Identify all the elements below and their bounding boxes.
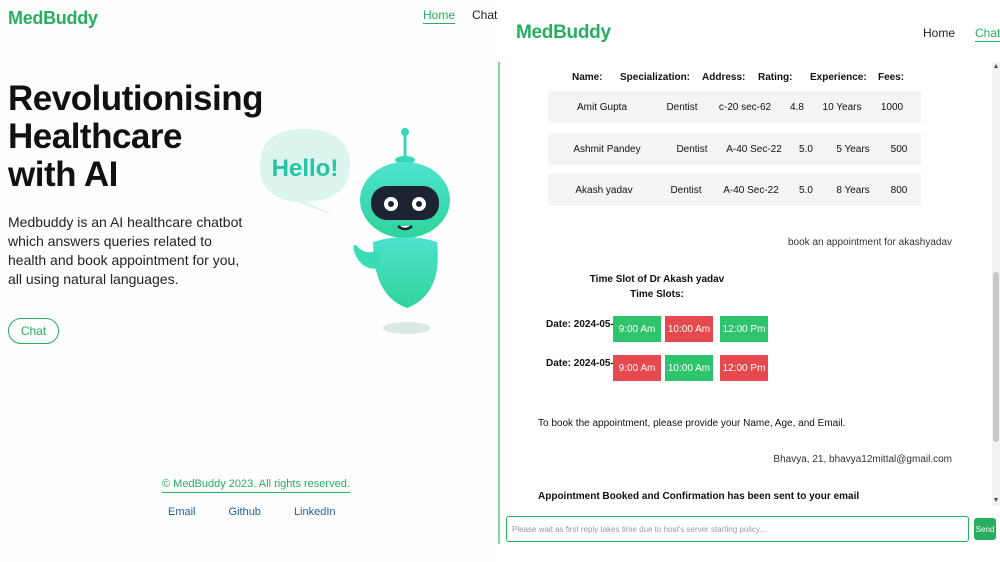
col-header: Name: [572, 72, 603, 83]
hero-description: Medbuddy is an AI healthcare chatbot whi… [8, 214, 243, 287]
cell: Dentist [676, 143, 708, 155]
scrollbar-thumb[interactable] [993, 272, 999, 442]
cell: 800 [890, 184, 908, 196]
nav-chat-link[interactable]: Chat [975, 26, 1000, 42]
time-slot-button[interactable]: 10:00 Am [665, 316, 713, 342]
footer-copyright: © MedBuddy 2023. All rights reserved. [162, 478, 350, 493]
scroll-up-icon[interactable]: ▲ [992, 62, 1000, 72]
cell: 1000 [880, 101, 904, 113]
cell: Dentist [666, 101, 698, 113]
doctor-row[interactable]: Amit Gupta Dentist c-20 sec-62 4.8 10 Ye… [548, 91, 921, 123]
cell: c-20 sec-62 [718, 101, 772, 113]
col-header: Specialization: [620, 72, 691, 83]
time-slot-button[interactable]: 12:00 Pm [720, 316, 768, 342]
cell: 500 [890, 143, 908, 155]
cell: Ashmit Pandey [573, 143, 641, 155]
footer-linkedin-link[interactable]: LinkedIn [294, 506, 336, 518]
speech-text: Hello! [272, 155, 339, 182]
slots-subtitle: Time Slots: [630, 289, 684, 300]
footer-email-link[interactable]: Email [168, 506, 196, 518]
slots-title: Time Slot of Dr Akash yadav [589, 274, 725, 285]
cell: 5.0 [799, 143, 813, 155]
col-header: Address: [702, 72, 746, 83]
doctor-table-header: Name: Specialization: Address: Rating: E… [572, 72, 918, 83]
footer-links: Email Github LinkedIn [168, 506, 336, 518]
col-header: Fees: [878, 72, 905, 83]
brand-logo[interactable]: MedBuddy [516, 22, 611, 44]
cell: Akash yadav [575, 184, 633, 196]
send-button[interactable]: Send [974, 518, 996, 540]
top-nav: Home Chat [923, 26, 1000, 42]
time-slot-button[interactable]: 12:00 Pm [720, 355, 768, 381]
doctor-row[interactable]: Akash yadav Dentist A-40 Sec-22 5.0 8 Ye… [548, 174, 921, 206]
nav-home-link[interactable]: Home [423, 8, 456, 24]
user-message: book an appointment for akashyadav [788, 237, 952, 248]
time-slot-button[interactable]: 9:00 Am [613, 355, 661, 381]
hero-line: Revolutionising [8, 79, 264, 118]
footer-github-link[interactable]: Github [229, 506, 261, 518]
scroll-down-icon[interactable]: ▼ [992, 496, 1000, 506]
bot-message: Appointment Booked and Confirmation has … [538, 491, 860, 502]
time-slot-button[interactable]: 9:00 Am [613, 316, 661, 342]
bot-message: To book the appointment, please provide … [538, 418, 846, 429]
chat-panel: MedBuddy Home Chat Name: Specialization:… [500, 0, 1000, 562]
cell: Amit Gupta [576, 101, 628, 113]
chat-messages[interactable]: Name: Specialization: Address: Rating: E… [500, 62, 992, 506]
page: MedBuddy Home Chat Revolutionising Healt… [0, 0, 1000, 562]
hero-line: with AI [8, 155, 118, 194]
hero-line: Healthcare [8, 117, 182, 156]
time-slot-button[interactable]: 10:00 Am [665, 355, 713, 381]
cell: A-40 Sec-22 [726, 143, 782, 155]
cell: 8 Years [836, 184, 870, 196]
nav-home-link[interactable]: Home [923, 26, 955, 42]
cell: 5.0 [799, 184, 813, 196]
cell: 5 Years [836, 143, 870, 155]
col-header: Rating: [758, 72, 793, 83]
doctor-row[interactable]: Ashmit Pandey Dentist A-40 Sec-22 5.0 5 … [548, 133, 921, 165]
col-header: Experience: [810, 72, 867, 83]
message-input[interactable]: Please wait as first reply takes time du… [506, 516, 969, 542]
cell: 10 Years [822, 101, 862, 113]
user-message: Bhavya, 21, bhavya12mittal@gmail.com [773, 454, 952, 465]
brand-logo[interactable]: MedBuddy [8, 8, 98, 29]
robot-illustration: Hello! [260, 128, 450, 334]
nav-chat-link[interactable]: Chat [472, 8, 497, 24]
chat-scrollbar[interactable]: ▲ ▼ [992, 62, 1000, 506]
top-nav: Home Chat [423, 8, 497, 24]
chat-button[interactable]: Chat [8, 318, 59, 344]
cell: Dentist [670, 184, 702, 196]
cell: 4.8 [790, 101, 804, 113]
landing-panel: MedBuddy Home Chat Revolutionising Healt… [0, 0, 498, 562]
hero-title: Revolutionising Healthcare with AI [8, 79, 264, 194]
cell: A-40 Sec-22 [723, 184, 779, 196]
